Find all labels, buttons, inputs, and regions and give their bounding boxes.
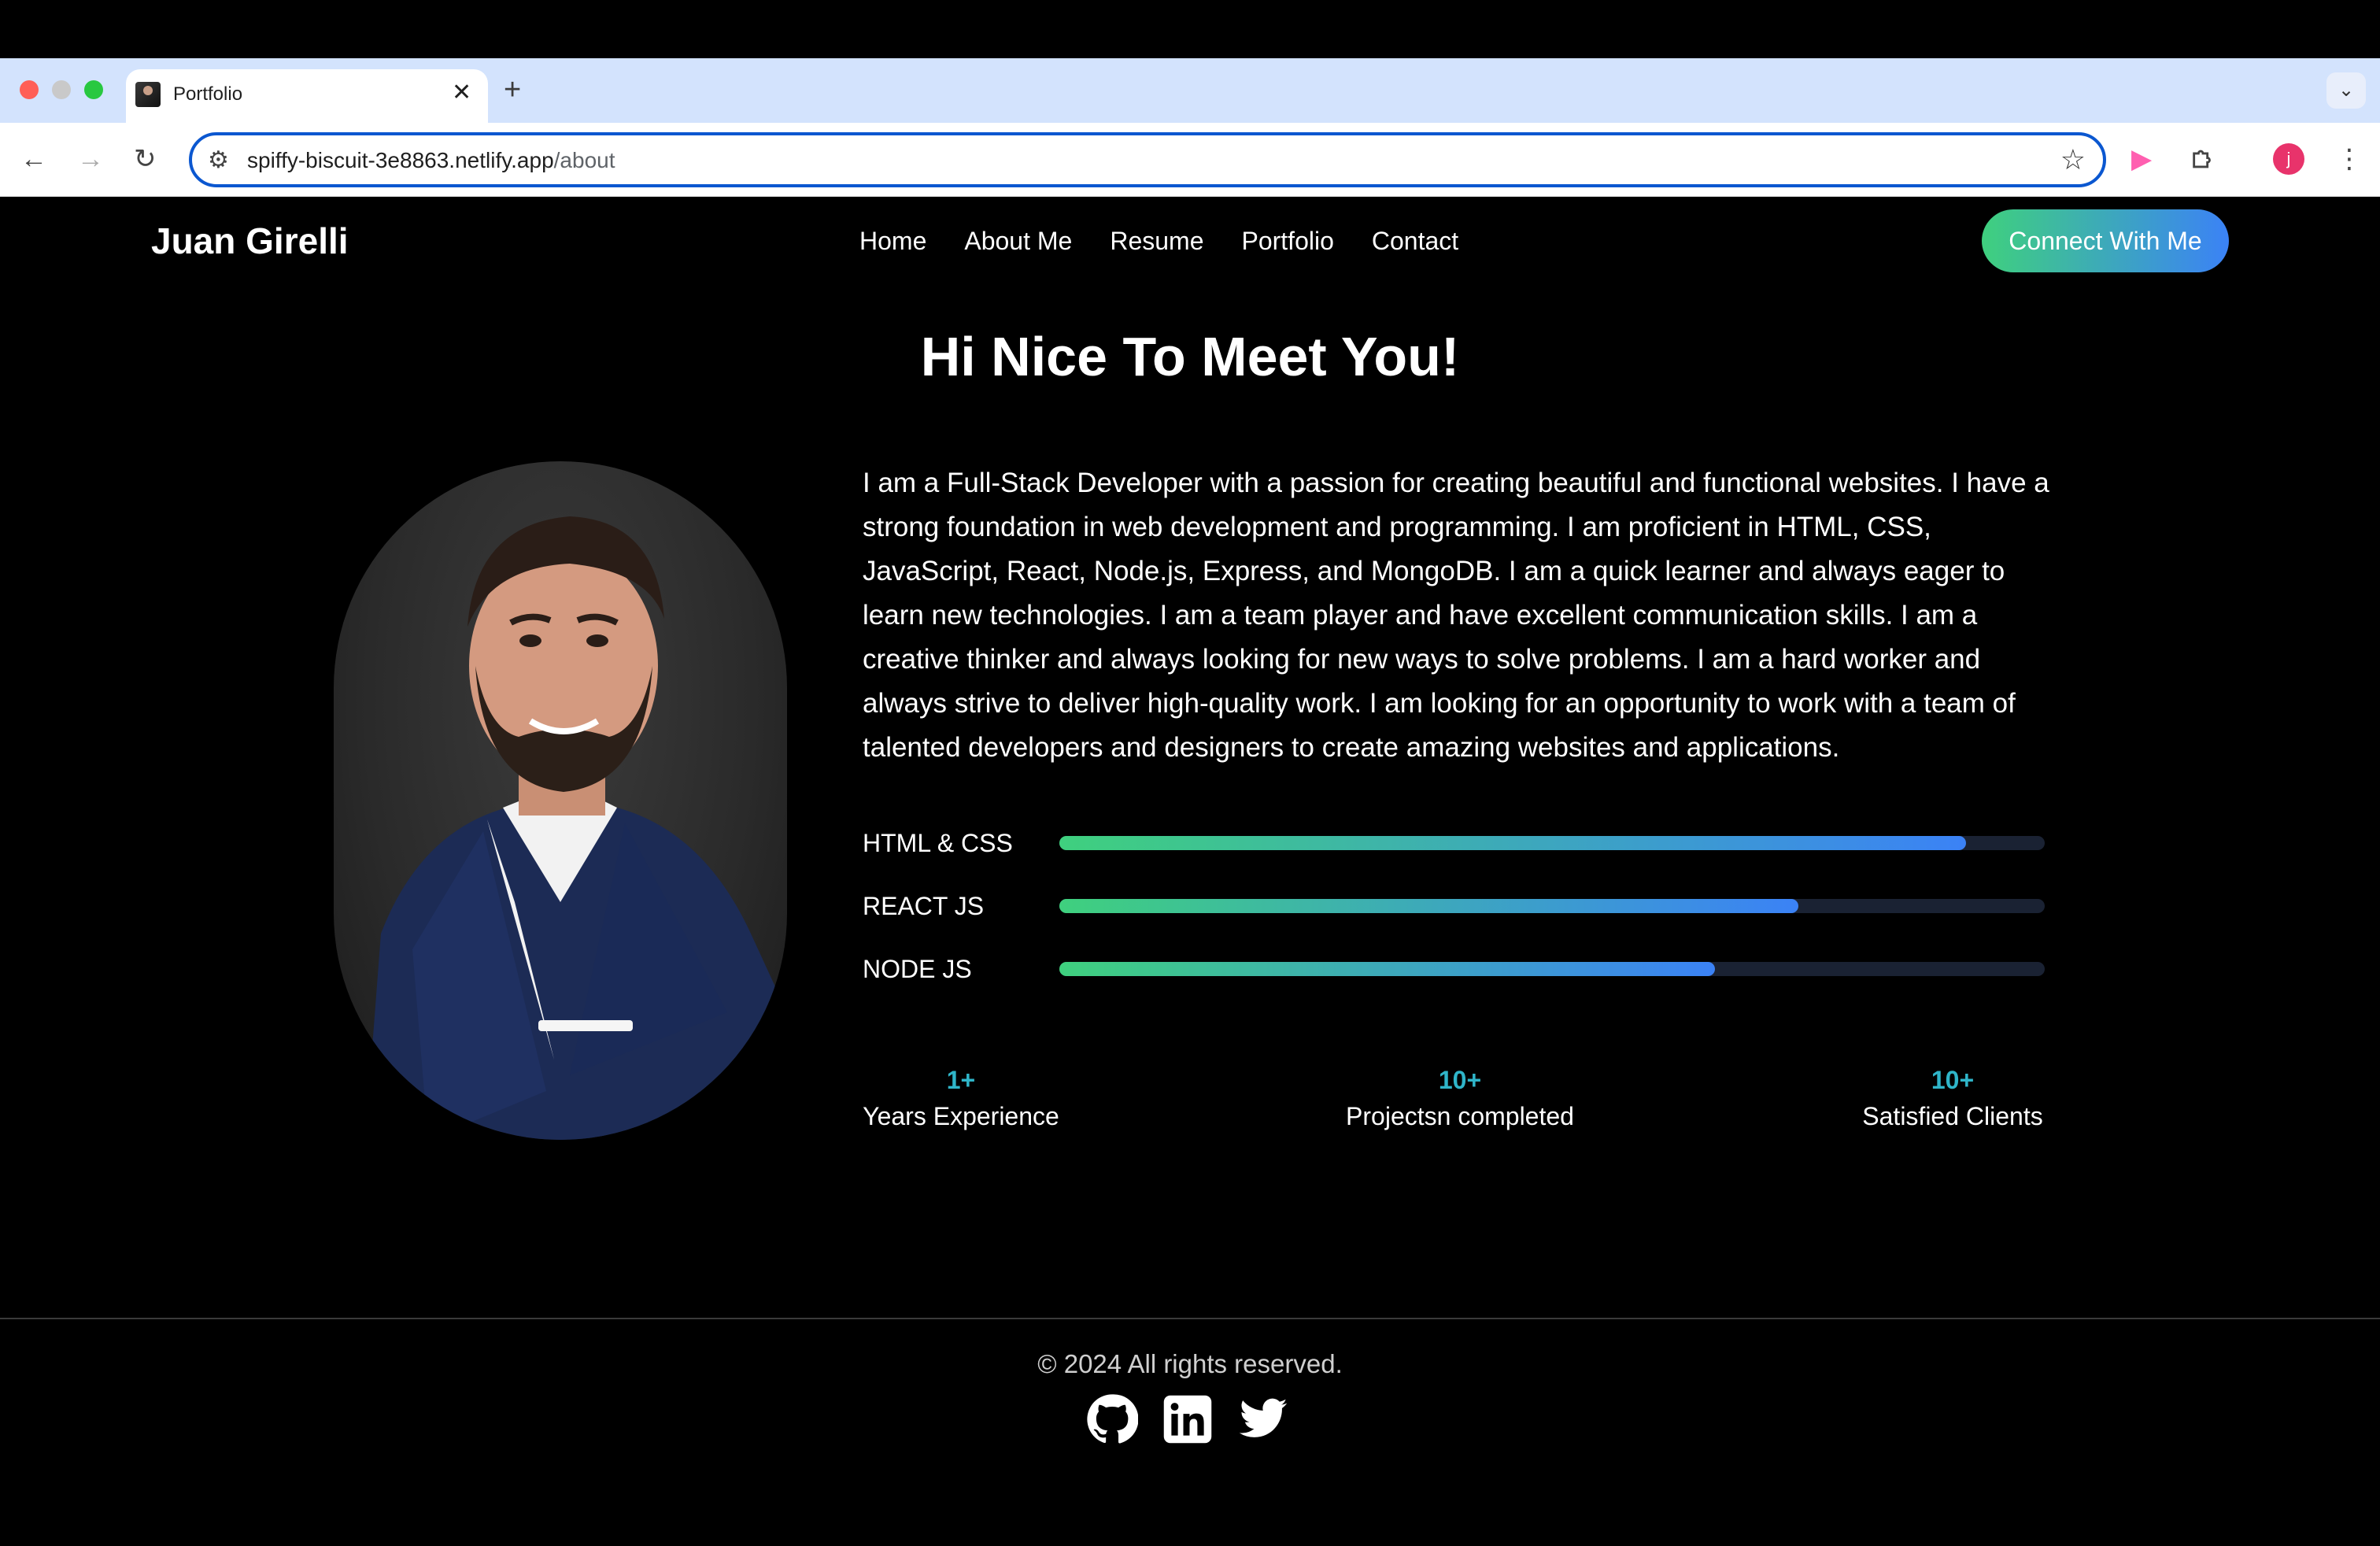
skill-bar-react: [1059, 899, 2045, 913]
skill-label-node: NODE JS: [863, 955, 972, 983]
url-host: spiffy-biscuit-3e8863.netlify.app: [247, 148, 554, 172]
close-window-button[interactable]: [20, 80, 39, 99]
profile-photo: [334, 461, 787, 1140]
stat-label: Projectsn completed: [1346, 1102, 1574, 1130]
tab-favicon-icon: [135, 82, 161, 107]
nav-link-contact[interactable]: Contact: [1372, 224, 1458, 258]
stat-value: 1+: [946, 1066, 976, 1094]
skill-bar-node: [1059, 962, 2045, 976]
social-links: [1086, 1393, 1289, 1445]
skill-label-react: REACT JS: [863, 892, 985, 920]
nav-link-portfolio[interactable]: Portfolio: [1241, 224, 1333, 258]
forward-arrow-icon[interactable]: →: [77, 140, 104, 178]
bio-paragraph: I am a Full-Stack Developer with a passi…: [863, 468, 2049, 763]
skill-label-html-css: HTML & CSS: [863, 829, 1013, 857]
main-nav: Home About Me Resume Portfolio Contact: [859, 224, 1458, 258]
linkedin-icon[interactable]: [1162, 1393, 1214, 1445]
stat-projects: 10+ Projectsn completed: [1322, 1063, 1598, 1135]
footer-copyright: © 2024 All rights reserved.: [1037, 1349, 1343, 1378]
skill-fill-html-css: [1059, 836, 1966, 850]
browser-tab-portfolio[interactable]: Portfolio ✕: [126, 69, 488, 124]
stat-value: 10+: [1438, 1066, 1482, 1094]
profile-avatar[interactable]: j: [2273, 143, 2304, 175]
about-heading: Hi Nice To Meet You!: [920, 326, 1460, 387]
stat-experience: 1+ Years Experience: [863, 1063, 1059, 1135]
github-icon[interactable]: [1086, 1393, 1139, 1445]
extension-play-icon[interactable]: ▶: [2131, 140, 2152, 178]
url-text[interactable]: spiffy-biscuit-3e8863.netlify.app/about: [247, 146, 615, 175]
stat-value: 10+: [1931, 1066, 1975, 1094]
nav-link-about[interactable]: About Me: [964, 224, 1072, 258]
more-menu-icon[interactable]: ⋮: [2336, 140, 2363, 178]
maximize-window-button[interactable]: [84, 80, 103, 99]
tab-search-button[interactable]: ⌄: [2326, 72, 2366, 109]
skill-fill-node: [1059, 962, 1715, 976]
nav-link-home[interactable]: Home: [859, 224, 926, 258]
site-brand[interactable]: Juan Girelli: [151, 217, 349, 264]
nav-link-resume[interactable]: Resume: [1110, 224, 1203, 258]
reload-icon[interactable]: ↻: [134, 140, 157, 178]
tab-title: Portfolio: [173, 83, 243, 105]
back-arrow-icon[interactable]: ←: [20, 140, 47, 178]
skill-fill-react: [1059, 899, 1798, 913]
new-tab-button[interactable]: +: [504, 72, 521, 107]
connect-button[interactable]: Connect With Me: [1982, 209, 2229, 272]
stat-label: Satisfied Clients: [1862, 1102, 2043, 1130]
site-settings-icon[interactable]: ⚙: [208, 146, 229, 175]
portfolio-page: Juan Girelli Home About Me Resume Portfo…: [0, 197, 2380, 1546]
url-path: /about: [553, 148, 615, 172]
footer-divider: [0, 1318, 2380, 1319]
screen-top-bar: [0, 0, 2380, 58]
bookmark-star-icon[interactable]: ☆: [2060, 143, 2086, 176]
stat-clients: 10+ Satisfied Clients: [1846, 1063, 2059, 1135]
address-bar[interactable]: ⚙ spiffy-biscuit-3e8863.netlify.app/abou…: [189, 132, 2106, 187]
twitter-icon[interactable]: [1237, 1393, 1289, 1445]
extensions-puzzle-icon[interactable]: [2190, 140, 2216, 183]
tab-close-icon[interactable]: ✕: [452, 79, 471, 107]
stat-label: Years Experience: [863, 1102, 1059, 1130]
minimize-window-button[interactable]: [52, 80, 71, 99]
skill-bar-html-css: [1059, 836, 2045, 850]
